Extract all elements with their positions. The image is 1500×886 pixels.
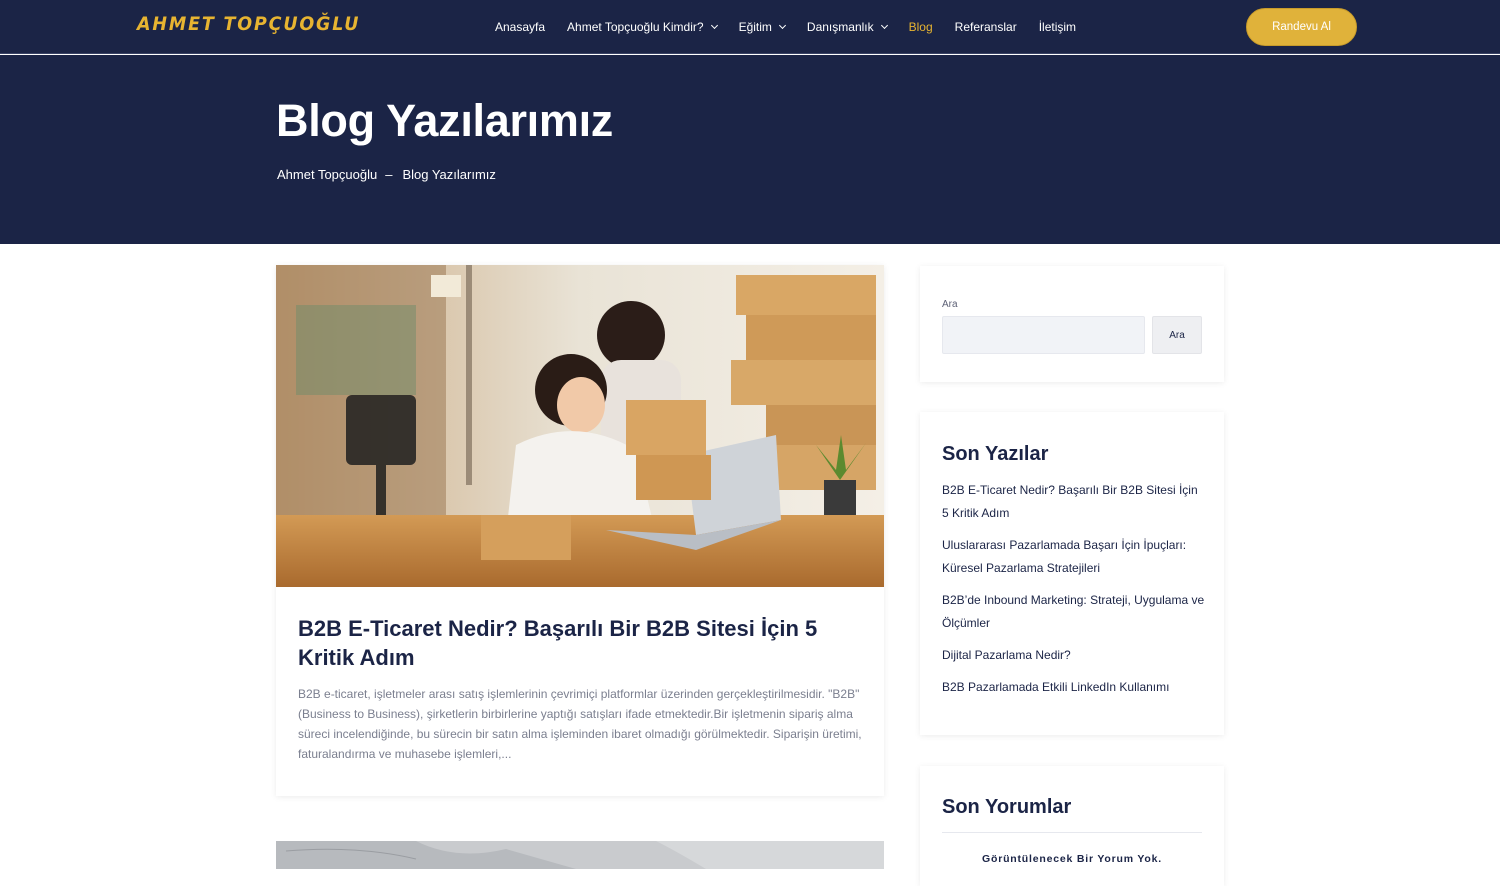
nav-item-referanslar[interactable]: Referanslar bbox=[955, 20, 1017, 34]
widget-title: Son Yazılar bbox=[942, 443, 1049, 465]
search-input[interactable] bbox=[942, 316, 1145, 354]
chevron-down-icon bbox=[710, 21, 718, 30]
search-label: Ara bbox=[942, 299, 958, 310]
list-item: Dijital Pazarlama Nedir? bbox=[942, 644, 1206, 667]
recent-post-link[interactable]: B2B E-Ticaret Nedir? Başarılı Bir B2B Si… bbox=[942, 483, 1198, 520]
search-button[interactable]: Ara bbox=[1152, 316, 1202, 354]
second-post-featured-image[interactable] bbox=[276, 841, 884, 869]
office-packaging-photo bbox=[276, 265, 884, 587]
recent-post-link[interactable]: Dijital Pazarlama Nedir? bbox=[942, 648, 1071, 662]
widget-title: Son Yorumlar bbox=[942, 796, 1072, 818]
site-logo[interactable]: AHMET TOPÇUOĞLU bbox=[137, 13, 360, 35]
divider bbox=[942, 832, 1202, 833]
list-item: Uluslararası Pazarlamada Başarı İçin İpu… bbox=[942, 534, 1206, 580]
no-comments-message: Görüntülenecek Bir Yorum Yok. bbox=[982, 853, 1162, 865]
recent-posts-list: B2B E-Ticaret Nedir? Başarılı Bir B2B Si… bbox=[942, 479, 1206, 708]
recent-post-link[interactable]: B2B’de Inbound Marketing: Strateji, Uygu… bbox=[942, 593, 1204, 630]
breadcrumb-separator: – bbox=[385, 167, 393, 182]
recent-posts-widget: Son Yazılar B2B E-Ticaret Nedir? Başarıl… bbox=[920, 412, 1224, 735]
nav-item-iletisim[interactable]: İletişim bbox=[1039, 20, 1076, 34]
page-hero: Blog Yazılarımız Ahmet Topçuoğlu – Blog … bbox=[0, 55, 1500, 244]
recent-post-link[interactable]: Uluslararası Pazarlamada Başarı İçin İpu… bbox=[942, 538, 1186, 575]
nav-item-label: İletişim bbox=[1038, 20, 1077, 34]
world-map-photo bbox=[276, 841, 884, 869]
post-featured-image[interactable] bbox=[276, 265, 884, 587]
list-item: B2B’de Inbound Marketing: Strateji, Uygu… bbox=[942, 589, 1206, 635]
nav-item-danismanlik[interactable]: Danışmanlık bbox=[806, 20, 888, 34]
recent-post-link[interactable]: B2B Pazarlamada Etkili LinkedIn Kullanım… bbox=[942, 680, 1169, 694]
search-widget: Ara Ara bbox=[920, 266, 1224, 382]
nav-item-label: Blog bbox=[908, 20, 933, 34]
post-title[interactable]: B2B E-Ticaret Nedir? Başarılı Bir B2B Si… bbox=[298, 614, 858, 672]
post-excerpt: B2B e-ticaret, işletmeler arası satış iş… bbox=[298, 687, 862, 761]
nav-item-label: Eğitim bbox=[738, 20, 772, 34]
main-nav: Anasayfa Ahmet Topçuoğlu Kimdir? Eğitim … bbox=[495, 0, 1098, 54]
list-item: B2B E-Ticaret Nedir? Başarılı Bir B2B Si… bbox=[942, 479, 1206, 525]
recent-comments-widget: Son Yorumlar Görüntülenecek Bir Yorum Yo… bbox=[920, 766, 1224, 886]
chevron-down-icon bbox=[880, 21, 888, 30]
nav-item-kimdir[interactable]: Ahmet Topçuoğlu Kimdir? bbox=[567, 20, 718, 34]
nav-item-label: Referanslar bbox=[954, 20, 1017, 34]
nav-item-label: Ahmet Topçuoğlu Kimdir? bbox=[567, 20, 704, 34]
nav-item-anasayfa[interactable]: Anasayfa bbox=[495, 20, 545, 34]
list-item: B2B Pazarlamada Etkili LinkedIn Kullanım… bbox=[942, 676, 1206, 699]
post-title-link[interactable]: B2B E-Ticaret Nedir? Başarılı Bir B2B Si… bbox=[298, 616, 817, 670]
blog-post-card: B2B E-Ticaret Nedir? Başarılı Bir B2B Si… bbox=[276, 265, 884, 796]
appointment-button[interactable]: Randevu Al bbox=[1246, 8, 1357, 46]
site-header: AHMET TOPÇUOĞLU Anasayfa Ahmet Topçuoğlu… bbox=[0, 0, 1500, 54]
chevron-down-icon bbox=[778, 21, 786, 30]
nav-item-blog[interactable]: Blog bbox=[909, 20, 933, 34]
nav-item-label: Anasayfa bbox=[495, 20, 546, 34]
breadcrumb: Ahmet Topçuoğlu – Blog Yazılarımız bbox=[277, 167, 496, 182]
nav-item-label: Danışmanlık bbox=[806, 20, 874, 34]
page-title: Blog Yazılarımız bbox=[276, 95, 613, 146]
nav-item-egitim[interactable]: Eğitim bbox=[738, 20, 786, 34]
breadcrumb-home-link[interactable]: Ahmet Topçuoğlu bbox=[277, 167, 377, 182]
breadcrumb-current: Blog Yazılarımız bbox=[402, 167, 496, 182]
